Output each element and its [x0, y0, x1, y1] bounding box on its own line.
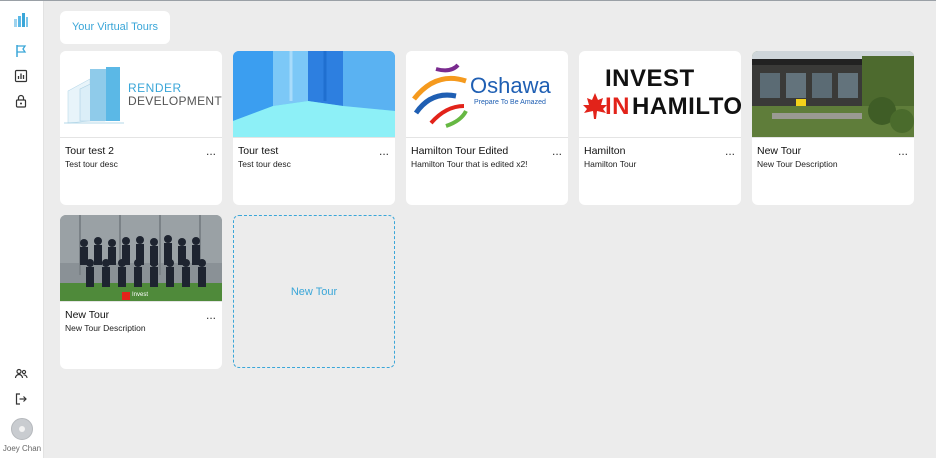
tour-title: Hamilton	[584, 145, 626, 157]
tour-card[interactable]: Oshawa Prepare To Be Amazed Hamilton Tou…	[406, 51, 568, 205]
new-tour-button[interactable]: New Tour	[233, 215, 395, 368]
more-options-button[interactable]: ...	[898, 144, 908, 158]
oshawa-tagline: Prepare To Be Amazed	[474, 99, 546, 106]
tour-title: New Tour	[757, 145, 802, 157]
tour-title: Tour test 2	[65, 145, 115, 157]
hamilton-logo-text: HAMILTON	[632, 93, 741, 120]
tour-thumbnail: RENDER DEVELOPMENTS	[60, 51, 222, 138]
tour-thumbnail: Oshawa Prepare To Be Amazed	[406, 51, 568, 138]
sidebar: Joey Chan	[0, 1, 44, 458]
more-options-button[interactable]: ...	[552, 144, 562, 158]
render-logo-text: RENDER	[128, 81, 182, 95]
lock-icon[interactable]	[12, 92, 30, 110]
more-options-button[interactable]: ...	[206, 144, 216, 158]
tour-card[interactable]: Tour test Test tour desc ...	[233, 51, 395, 205]
oshawa-logo-text: Oshawa	[470, 73, 551, 98]
tour-description: New Tour Description	[65, 323, 146, 333]
tour-card[interactable]: Invest New Tour New Tour Description ...	[60, 215, 222, 369]
flag-icon[interactable]	[12, 42, 30, 60]
tour-card[interactable]: RENDER DEVELOPMENTS Tour test 2 Test tou…	[60, 51, 222, 205]
render-logo-subtext: DEVELOPMENTS	[128, 94, 222, 108]
tour-description: Hamilton Tour	[584, 159, 637, 169]
avatar[interactable]	[11, 418, 33, 440]
tour-card[interactable]: INVEST IN HAMILTON Hamilton Hamilton Tou…	[579, 51, 741, 205]
tour-card[interactable]: New Tour New Tour Description ...	[752, 51, 914, 205]
logo-icon[interactable]	[12, 11, 30, 29]
top-border	[0, 0, 936, 1]
more-options-button[interactable]: ...	[725, 144, 735, 158]
page-title: Your Virtual Tours	[60, 11, 170, 44]
tour-description: Hamilton Tour that is edited x2!	[411, 159, 528, 169]
tour-title: New Tour	[65, 309, 110, 321]
chart-icon[interactable]	[12, 67, 30, 85]
tour-description: Test tour desc	[65, 159, 118, 169]
tour-thumbnail: Invest	[60, 215, 222, 302]
invest-banner-text: Invest	[132, 292, 149, 298]
tour-title: Hamilton Tour Edited	[411, 145, 509, 157]
tour-thumbnail: INVEST IN HAMILTON	[579, 51, 741, 138]
invest-logo-text: INVEST	[605, 65, 695, 92]
more-options-button[interactable]: ...	[379, 144, 389, 158]
tour-thumbnail	[233, 51, 395, 138]
more-options-button[interactable]: ...	[206, 308, 216, 322]
tour-description: New Tour Description	[757, 159, 838, 169]
users-icon[interactable]	[12, 365, 30, 383]
new-tour-label: New Tour	[290, 285, 338, 298]
invest-in-text: IN	[605, 93, 630, 120]
user-name: Joey Chan	[2, 444, 42, 453]
tour-description: Test tour desc	[238, 159, 291, 169]
tour-thumbnail	[752, 51, 914, 138]
tour-title: Tour test	[238, 145, 279, 157]
logout-icon[interactable]	[12, 390, 30, 408]
